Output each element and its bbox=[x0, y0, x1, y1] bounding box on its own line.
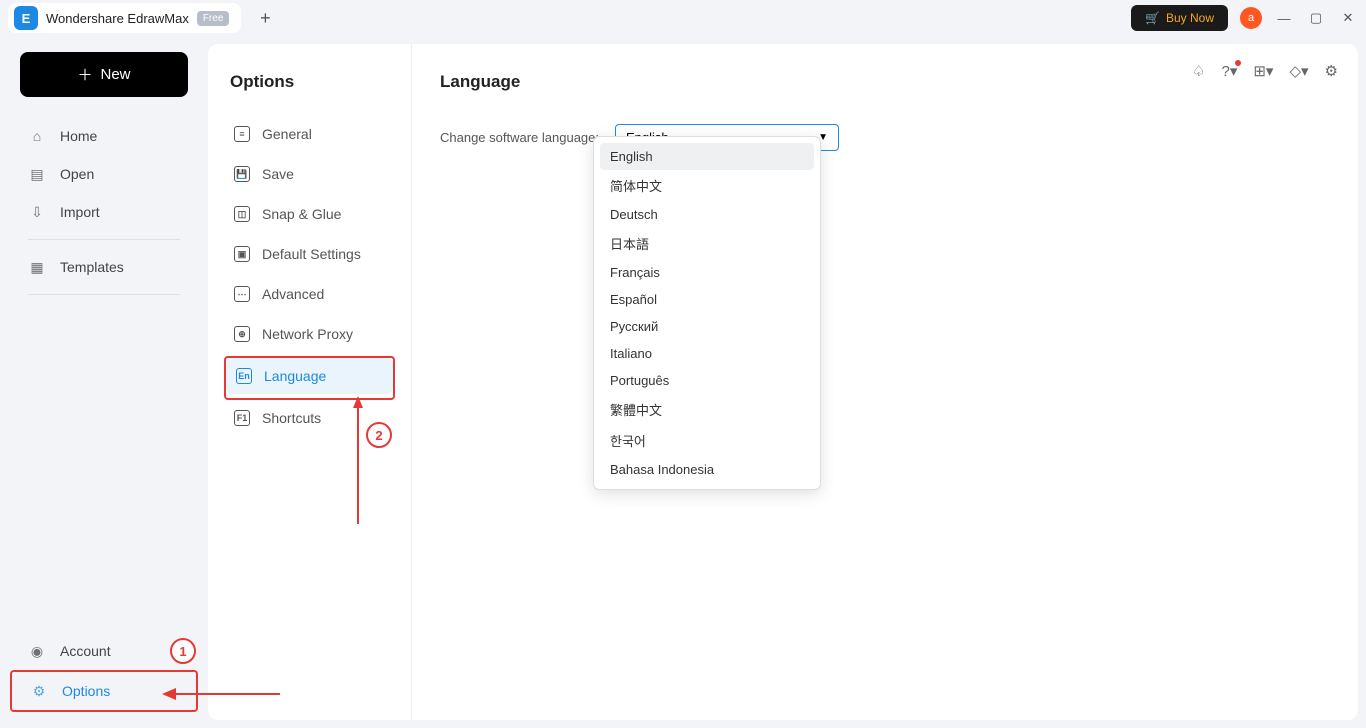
options-item-language[interactable]: EnLanguage bbox=[226, 358, 393, 394]
shortcuts-icon: F1 bbox=[234, 410, 250, 426]
plus-icon: ＋ bbox=[77, 64, 92, 85]
sidebar-item-account[interactable]: ◉ Account 1 bbox=[10, 632, 198, 670]
language-title: Language bbox=[440, 72, 1330, 92]
content-panel: ♤ ?▾ ⊞▾ ◇▾ ⚙ Options ≡General 💾Save ◫Sna… bbox=[208, 44, 1358, 720]
save-icon: 💾 bbox=[234, 166, 250, 182]
primary-sidebar: ＋ New ⌂ Home ▤ Open ⇩ Import ▦ Templates… bbox=[0, 36, 208, 728]
divider bbox=[28, 239, 180, 240]
change-language-label: Change software language: bbox=[440, 130, 599, 145]
titlebar: E Wondershare EdrawMax Free + 🛒 Buy Now … bbox=[0, 0, 1366, 36]
language-option-russian[interactable]: Русский bbox=[600, 313, 814, 340]
new-button[interactable]: ＋ New bbox=[20, 52, 188, 97]
maximize-button[interactable]: ▢ bbox=[1306, 8, 1326, 28]
app-tab[interactable]: E Wondershare EdrawMax Free bbox=[8, 3, 241, 33]
edrawmax-logo-icon: E bbox=[14, 6, 38, 30]
sidebar-item-open[interactable]: ▤ Open bbox=[10, 155, 198, 193]
snap-icon: ◫ bbox=[234, 206, 250, 222]
language-option-traditional-chinese[interactable]: 繁體中文 bbox=[600, 394, 814, 425]
annotation-step-2: 2 bbox=[366, 422, 392, 448]
options-item-general[interactable]: ≡General bbox=[224, 116, 395, 152]
sidebar-item-templates[interactable]: ▦ Templates bbox=[10, 248, 198, 286]
sidebar-item-options[interactable]: ⚙ Options bbox=[12, 672, 196, 710]
options-item-save[interactable]: 💾Save bbox=[224, 156, 395, 192]
language-option-korean[interactable]: 한국어 bbox=[600, 425, 814, 456]
default-icon: ▣ bbox=[234, 246, 250, 262]
buy-now-button[interactable]: 🛒 Buy Now bbox=[1131, 5, 1228, 31]
options-item-network[interactable]: ⊕Network Proxy bbox=[224, 316, 395, 352]
options-item-snap[interactable]: ◫Snap & Glue bbox=[224, 196, 395, 232]
language-option-portugues[interactable]: Português bbox=[600, 367, 814, 394]
language-option-espanol[interactable]: Español bbox=[600, 286, 814, 313]
account-icon: ◉ bbox=[28, 642, 46, 660]
language-option-japanese[interactable]: 日本語 bbox=[600, 228, 814, 259]
language-option-italiano[interactable]: Italiano bbox=[600, 340, 814, 367]
language-option-deutsch[interactable]: Deutsch bbox=[600, 201, 814, 228]
options-item-default[interactable]: ▣Default Settings bbox=[224, 236, 395, 272]
new-tab-button[interactable]: + bbox=[253, 8, 277, 29]
minimize-button[interactable]: — bbox=[1274, 8, 1294, 28]
user-avatar[interactable]: a bbox=[1240, 7, 1262, 29]
language-option-simplified-chinese[interactable]: 简体中文 bbox=[600, 170, 814, 201]
language-option-francais[interactable]: Français bbox=[600, 259, 814, 286]
annotation-step-1: 1 bbox=[170, 638, 196, 664]
advanced-icon: ⋯ bbox=[234, 286, 250, 302]
options-sidebar: Options ≡General 💾Save ◫Snap & Glue ▣Def… bbox=[208, 44, 412, 720]
free-badge: Free bbox=[197, 11, 230, 26]
language-dropdown: English 简体中文 Deutsch 日本語 Français Españo… bbox=[593, 136, 821, 490]
gear-icon: ⚙ bbox=[30, 682, 48, 700]
network-icon: ⊕ bbox=[234, 326, 250, 342]
close-button[interactable]: ✕ bbox=[1338, 8, 1358, 28]
divider bbox=[28, 294, 180, 295]
templates-icon: ▦ bbox=[28, 258, 46, 276]
home-icon: ⌂ bbox=[28, 127, 46, 145]
language-panel: Language Change software language: Engli… bbox=[412, 44, 1358, 720]
language-option-english[interactable]: English bbox=[600, 143, 814, 170]
general-icon: ≡ bbox=[234, 126, 250, 142]
annotation-highlight-language: EnLanguage bbox=[224, 356, 395, 400]
options-item-advanced[interactable]: ⋯Advanced bbox=[224, 276, 395, 312]
language-option-bahasa[interactable]: Bahasa Indonesia bbox=[600, 456, 814, 483]
cart-icon: 🛒 bbox=[1145, 11, 1160, 25]
file-icon: ▤ bbox=[28, 165, 46, 183]
sidebar-item-home[interactable]: ⌂ Home bbox=[10, 117, 198, 155]
import-icon: ⇩ bbox=[28, 203, 46, 221]
sidebar-item-import[interactable]: ⇩ Import bbox=[10, 193, 198, 231]
app-title: Wondershare EdrawMax bbox=[46, 11, 189, 26]
annotation-highlight-options: ⚙ Options bbox=[10, 670, 198, 712]
options-title: Options bbox=[224, 72, 395, 92]
language-icon: En bbox=[236, 368, 252, 384]
